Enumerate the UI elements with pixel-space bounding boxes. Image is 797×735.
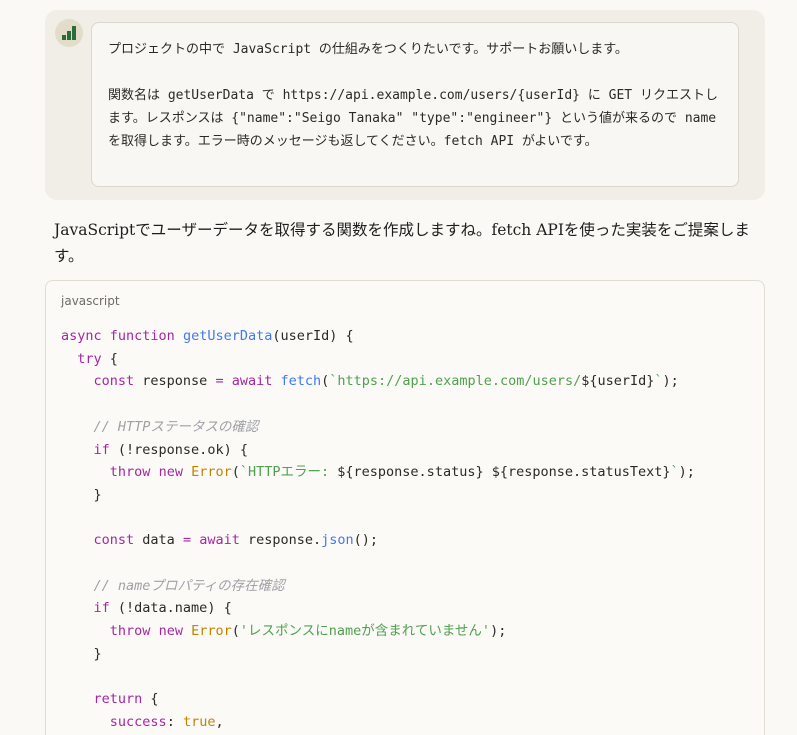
code-token: ` [654,373,663,390]
code-line: throw new Error('レスポンスにnameが含まれていません'); [61,620,695,643]
code-line: throw new Error(`HTTPエラー: ${response.sta… [61,461,695,484]
code-line: // HTTPステータスの確認 [61,416,695,439]
code-token: = [215,373,224,390]
user-message: プロジェクトの中で JavaScript の仕組みをつくりたいです。サポートお願… [45,10,765,200]
code-token: `https://api.example.com/users/ [329,373,582,390]
code-line: } [61,484,695,507]
code-line: return { [61,688,695,711]
code-line: success: true, [61,711,695,734]
code-token: true [182,713,216,730]
assistant-intro-text: JavaScriptでユーザーデータを取得する関数を作成しますね。fetch A… [54,221,750,265]
code-token: await [231,373,273,390]
code-line: const data = await response.json(); [61,529,695,552]
code-token: = [182,532,192,549]
code-token: throw [109,623,151,640]
user-avatar[interactable] [55,19,83,47]
code-line: async function getUserData(userId) { [61,325,695,348]
code-token: ` [670,464,679,481]
code-token: (userId) { [272,328,354,344]
code-token: const [93,373,135,390]
code-token: } [61,486,102,503]
code-token: async [61,328,102,344]
code-token: getUserData [182,328,273,344]
code-line: } [61,643,695,666]
code-token: (); [353,532,379,549]
code-token: fetch [280,373,322,390]
code-token: response. [239,532,322,549]
code-token: if [93,441,110,458]
code-token: Error [191,464,232,481]
code-token: 'レスポンスにnameが含まれていません' [239,623,491,640]
code-line: if (!data.name) { [61,597,695,620]
code-token: { [101,350,118,367]
code-line: if (!response.ok) { [61,439,695,462]
bars-logo-icon [62,26,76,40]
code-token: json [321,532,354,549]
code-token: success [109,713,167,730]
code-line: try { [61,348,695,371]
code-token: } [61,645,102,662]
code-token: new [158,464,183,481]
code-token: function [109,328,175,344]
code-token: if [93,600,110,617]
code-token: { [142,691,159,708]
code-token: ${response.status} ${response.statusText… [337,464,671,481]
code-token: // nameプロパティの存在確認 [93,577,285,594]
code-token: throw [109,464,151,481]
code-content: async function getUserData(userId) { try… [61,325,695,734]
code-token: await [199,532,240,549]
prompt-paragraph-2: 関数名は getUserData で https://api.example.c… [108,88,724,149]
code-token: `HTTPエラー: [239,464,338,481]
code-line: // nameプロパティの存在確認 [61,575,695,598]
code-token: ( [231,623,240,640]
code-token: ); [678,464,695,481]
code-block: javascript async function getUserData(us… [45,280,765,735]
code-token: return [93,691,143,708]
code-token: ${userId} [581,373,655,390]
code-token: // HTTPステータスの確認 [93,418,259,435]
code-token: : [166,713,183,730]
code-line: const response = await fetch(`https://ap… [61,370,695,393]
code-token: response [134,373,216,390]
code-token: (!response.ok) { [109,441,248,458]
code-token: ); [662,373,679,390]
code-token: , [215,713,224,730]
code-token: const [93,532,135,549]
code-token: (!data.name) { [109,600,232,617]
code-token: data [134,532,183,549]
user-prompt-text: プロジェクトの中で JavaScript の仕組みをつくりたいです。サポートお願… [91,22,739,187]
code-language-label: javascript [61,294,120,308]
prompt-paragraph-1: プロジェクトの中で JavaScript の仕組みをつくりたいです。サポートお願… [108,42,628,57]
code-token: new [158,623,183,640]
code-token: ); [490,623,507,640]
code-token: Error [191,623,232,640]
code-token: try [77,350,102,367]
code-token: ( [231,464,240,481]
